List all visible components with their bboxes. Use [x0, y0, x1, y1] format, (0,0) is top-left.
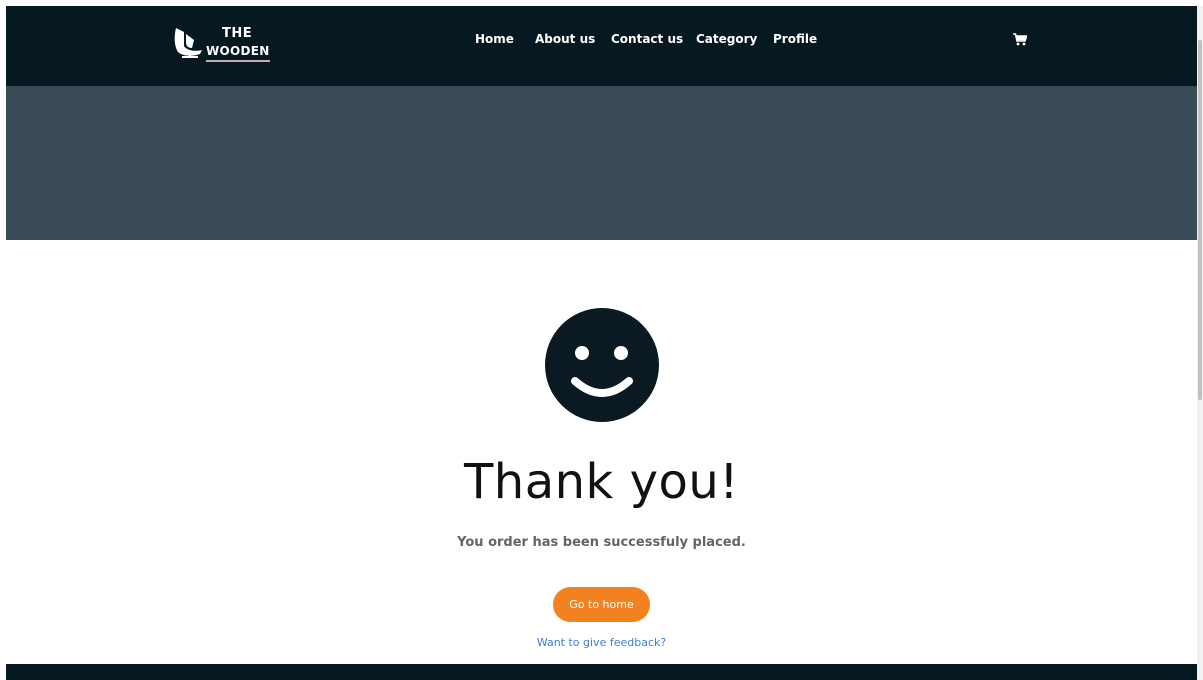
footer [6, 664, 1197, 680]
nav-item-contact-us[interactable]: Contact us [611, 32, 683, 46]
nav-item-profile[interactable]: Profile [773, 32, 817, 46]
smiley-icon [545, 308, 659, 422]
nav-item-home[interactable]: Home [475, 32, 514, 46]
brand-logo[interactable]: THE WOODEN [172, 26, 282, 68]
hero-banner [6, 86, 1197, 240]
cart-icon[interactable] [1013, 33, 1027, 46]
navbar: THE WOODEN Home About us Contact us Cate… [6, 6, 1197, 86]
brand-line-1: THE [222, 26, 253, 41]
nav-item-about-us[interactable]: About us [535, 32, 595, 46]
page: THE WOODEN Home About us Contact us Cate… [0, 0, 1203, 680]
brand-line-2: WOODEN [206, 44, 270, 58]
scrollbar-thumb[interactable] [1198, 40, 1202, 400]
go-to-home-button[interactable]: Go to home [553, 587, 650, 622]
order-success-message: You order has been successfuly placed. [457, 535, 746, 550]
nav-item-category[interactable]: Category [696, 32, 757, 46]
chair-icon [174, 28, 202, 58]
brand-underline [206, 60, 270, 62]
thank-you-heading: Thank you! [463, 454, 740, 510]
feedback-link[interactable]: Want to give feedback? [0, 636, 1203, 649]
